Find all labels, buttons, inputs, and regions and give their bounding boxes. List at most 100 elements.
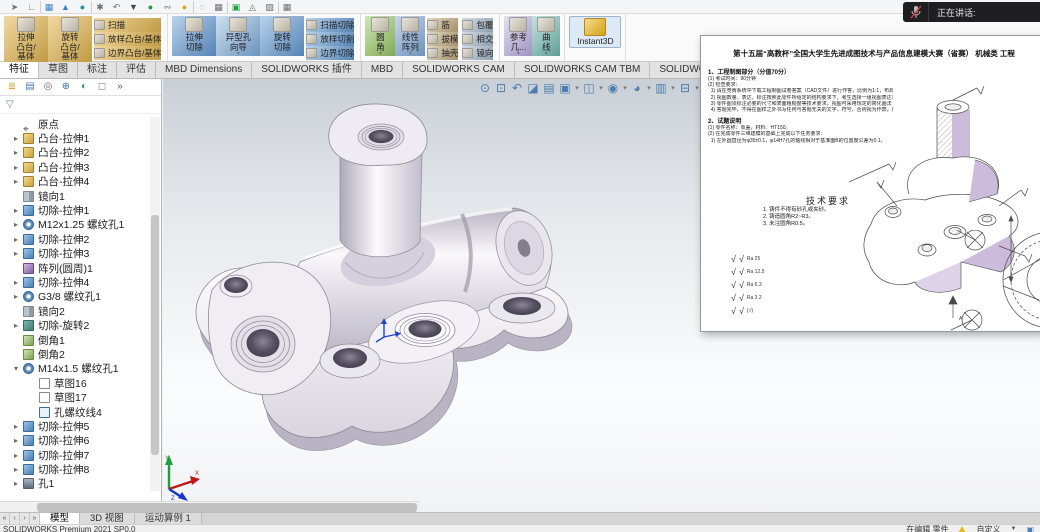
command-tab[interactable]: MBD Dimensions (156, 62, 252, 78)
propertymanager-tab-icon[interactable]: ▤ (21, 80, 39, 94)
tree-item[interactable]: 切除-拉伸5 (0, 419, 148, 433)
view-settings-icon[interactable]: ⊟ (677, 81, 693, 96)
configuration-tab-icon[interactable]: ◎ (39, 80, 57, 94)
search-icon[interactable]: ◌ (193, 1, 210, 13)
filter-funnel-icon[interactable]: ▽ (6, 99, 17, 110)
boundary-boss-button[interactable]: 边界凸台/基体 (94, 46, 161, 60)
annotation-view-icon[interactable]: ▤ (541, 81, 557, 96)
command-tab[interactable]: 标注 (78, 62, 117, 78)
expand-arrow-icon[interactable] (14, 278, 23, 287)
sketch-tool-icon[interactable]: ∟ (23, 1, 40, 13)
tree-item[interactable]: 切除-拉伸6 (0, 434, 148, 448)
curves-button[interactable]: 曲 线▾ (532, 16, 560, 56)
tree-item[interactable]: 镜向2 (0, 304, 148, 318)
tree-item[interactable]: M14x1.5 螺纹孔1 (0, 362, 148, 376)
tree-item[interactable]: 孔1 (0, 477, 148, 491)
expand-arrow-icon[interactable] (14, 479, 23, 488)
expand-arrow-icon[interactable] (14, 451, 23, 460)
customize-label[interactable]: 自定义 (976, 525, 1000, 532)
section-view-icon[interactable]: ◪ (525, 81, 541, 96)
appearance-sphere-icon[interactable]: ● (74, 1, 91, 13)
tree-item[interactable]: 镜向1 (0, 189, 148, 203)
revolved-boss-base-button[interactable]: 旋转 凸台/ 基体 (48, 16, 92, 62)
tree-item[interactable]: 草图17 (0, 390, 148, 404)
displaymanager-tab-icon[interactable]: ◐ (75, 80, 93, 94)
shell-button[interactable]: 抽壳 (427, 46, 458, 60)
last-tab-button[interactable]: » (30, 513, 40, 524)
previous-view-icon[interactable]: ↶ (509, 81, 525, 96)
command-tab[interactable]: SOLIDWORKS 插件 (252, 62, 362, 78)
tree-item[interactable]: 切除-拉伸3 (0, 247, 148, 261)
grid-icon[interactable]: ▦ (210, 1, 227, 13)
next-tab-button[interactable]: › (20, 513, 30, 524)
shade-icon[interactable]: ▨ (261, 1, 278, 13)
options-gear-icon[interactable]: ✱ (91, 1, 108, 13)
command-tab[interactable]: SOLIDWORKS CAM (403, 62, 515, 78)
mirror-button[interactable]: 镜向 (462, 46, 493, 60)
lofted-boss-button[interactable]: 放样凸台/基体 (94, 32, 161, 46)
tools-icon[interactable]: ◬ (244, 1, 261, 13)
zoom-area-icon[interactable]: ⊡ (493, 81, 509, 96)
expand-arrow-icon[interactable] (14, 235, 23, 244)
extruded-cut-button[interactable]: 拉伸 切除 (172, 16, 216, 56)
intersect-button[interactable]: 相交 (462, 32, 493, 46)
extruded-boss-base-button[interactable]: 拉伸 凸台/ 基体 (4, 16, 48, 62)
hide-show-caret-icon[interactable]: ▾ (621, 81, 629, 96)
panel-overflow-icon[interactable]: » (111, 80, 129, 94)
arrow-dropdown-icon[interactable]: ▼ (125, 1, 142, 13)
undo-icon[interactable]: ↶ (108, 1, 125, 13)
document-tab[interactable]: 模型 (40, 513, 80, 524)
status-window-icon[interactable]: ▣ (1026, 525, 1034, 532)
tree-item[interactable]: 切除-拉伸2 (0, 232, 148, 246)
boundary-cut-button[interactable]: 边界切除 (306, 46, 354, 60)
expand-arrow-icon[interactable] (14, 177, 23, 186)
apply-scene-icon[interactable]: ▥ (653, 81, 669, 96)
orientation-caret-icon[interactable]: ▾ (573, 81, 581, 96)
tree-item[interactable]: 切除-拉伸1 (0, 203, 148, 217)
tree-item[interactable]: 倒角2 (0, 347, 148, 361)
swept-boss-button[interactable]: 扫描 (94, 18, 161, 32)
tree-item[interactable]: 凸台-拉伸3 (0, 160, 148, 174)
hide-show-items-icon[interactable]: ◉ (605, 81, 621, 96)
command-tab[interactable]: 特征 (0, 62, 39, 78)
linear-pattern-button[interactable]: 线性 阵列▾ (395, 16, 425, 56)
expand-arrow-icon[interactable] (14, 436, 23, 445)
cam-tab-icon[interactable]: ◻ (93, 80, 111, 94)
command-tab[interactable]: 评估 (117, 62, 156, 78)
edit-appearance-icon[interactable]: ◕ (629, 81, 645, 96)
tree-horizontal-scrollbar[interactable] (0, 501, 420, 512)
measure-icon[interactable]: ∾ (159, 1, 176, 13)
tree-item[interactable]: 凸台-拉伸2 (0, 146, 148, 160)
tree-item[interactable]: 阵列(圆周)1 (0, 261, 148, 275)
display-style-icon[interactable]: ▦ (40, 1, 57, 13)
wrap-button[interactable]: 包覆 (462, 18, 493, 32)
capture-icon[interactable]: ▣ (227, 1, 244, 13)
expand-arrow-icon[interactable] (14, 206, 23, 215)
rib-button[interactable]: 筋 (427, 18, 458, 32)
tree-item[interactable]: M12x1.25 螺纹孔1 (0, 218, 148, 232)
document-tab[interactable]: 运动算例 1 (135, 513, 202, 524)
expand-arrow-icon[interactable] (14, 134, 23, 143)
tree-item[interactable]: 凸台-拉伸4 (0, 175, 148, 189)
swept-cut-button[interactable]: 扫描切除 (306, 18, 354, 32)
expand-arrow-icon[interactable] (14, 163, 23, 172)
expand-arrow-icon[interactable] (14, 422, 23, 431)
performance-icon[interactable]: ● (176, 1, 193, 13)
view-orientation-icon[interactable]: ▲ (57, 1, 74, 13)
tree-item[interactable]: 草图16 (0, 376, 148, 390)
command-tab[interactable]: 草图 (39, 62, 78, 78)
tree-item[interactable]: 切除-旋转2 (0, 318, 148, 332)
rebuild-icon[interactable]: ● (142, 1, 159, 13)
expand-arrow-icon[interactable] (14, 292, 23, 301)
command-tab[interactable]: MBD (362, 62, 403, 78)
tree-item[interactable]: 孔螺纹线4 (0, 405, 148, 419)
reference-document-overlay[interactable]: 第十五届“高教杯”全国大学生先进成图技术与产品信息建模大赛（省赛） 机械类 工程… (700, 35, 1040, 332)
featuremanager-tab-icon[interactable]: ≣ (3, 80, 21, 94)
hole-wizard-button[interactable]: 异型孔 向导▾ (216, 16, 260, 56)
scrollbar-thumb[interactable] (37, 503, 417, 512)
tree-item[interactable]: G3/8 螺纹孔1 (0, 290, 148, 304)
command-tab[interactable]: SOLIDWORKS CAM TBM (515, 62, 651, 78)
expand-arrow-icon[interactable] (14, 465, 23, 474)
expand-arrow-icon[interactable] (14, 249, 23, 258)
lofted-cut-button[interactable]: 放样切割 (306, 32, 354, 46)
